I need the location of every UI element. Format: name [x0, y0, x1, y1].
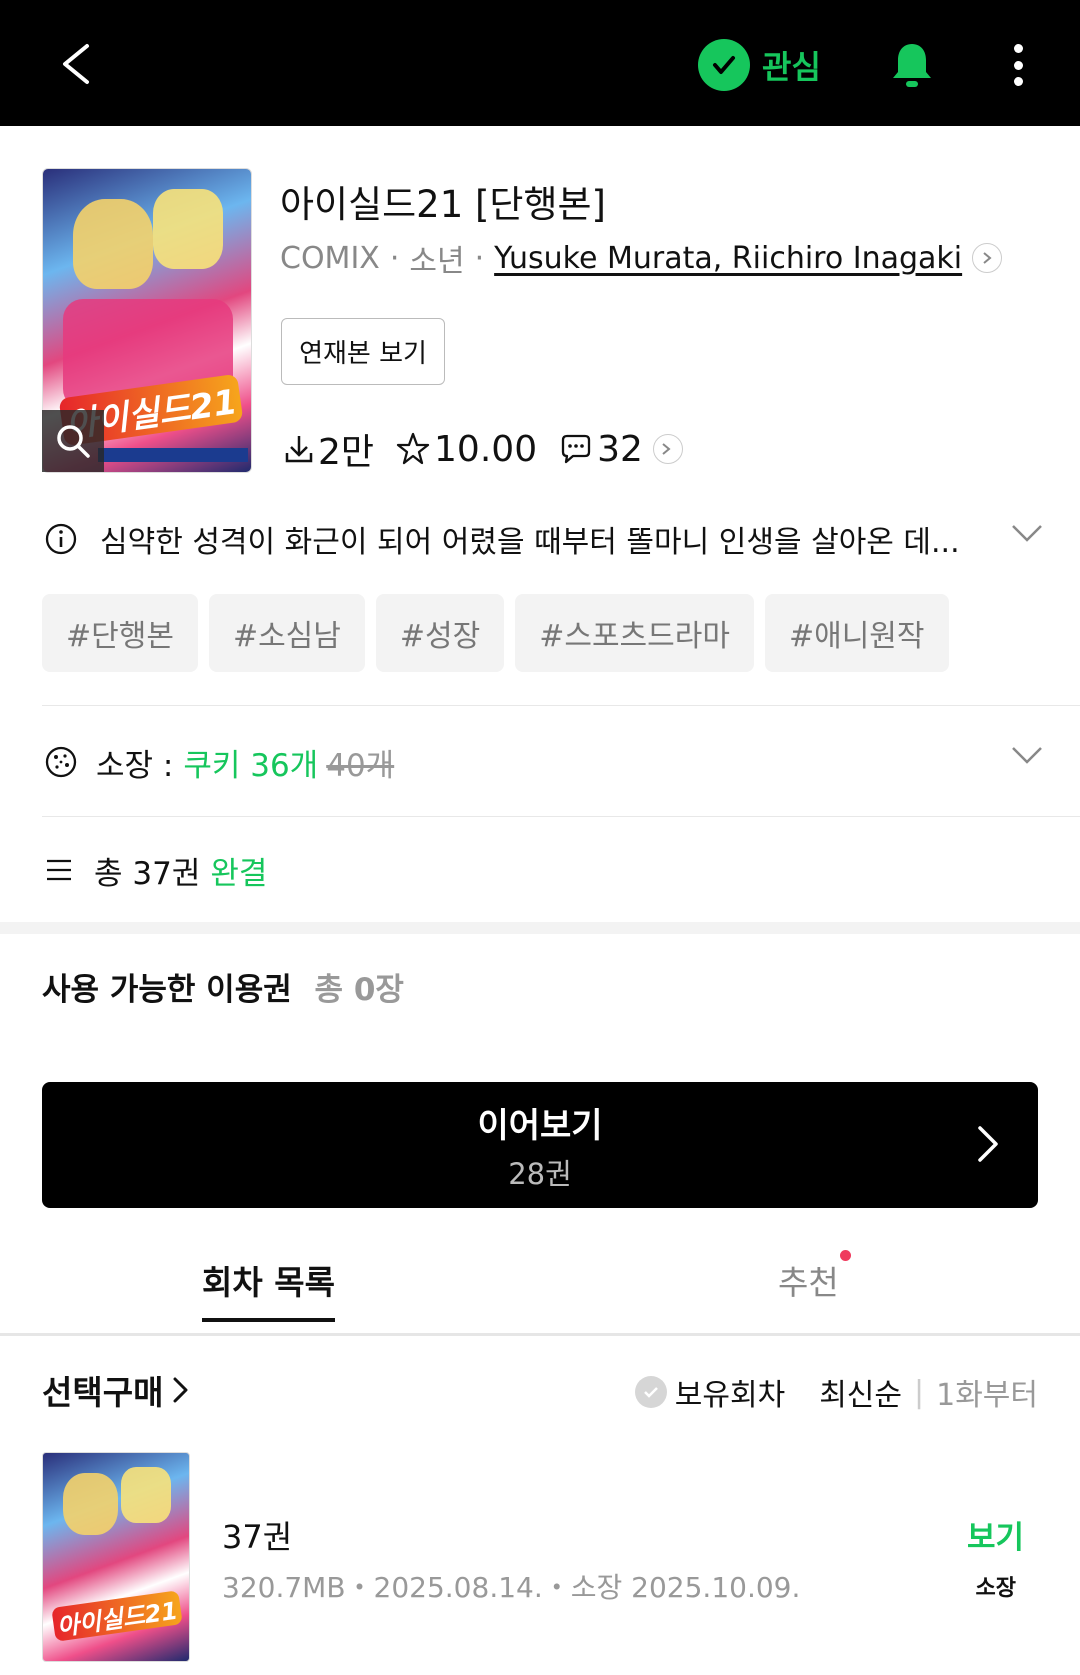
tab-label-wrap: 추천 — [778, 1250, 851, 1304]
tag-list: #단행본 #소심남 #성장 #스포츠드라마 #애니원작 — [42, 594, 960, 672]
check-icon — [634, 1376, 667, 1408]
owned-filter-label: 보유회차 — [674, 1378, 786, 1413]
tab-label: 추천 — [778, 1263, 839, 1302]
owned-status: 소장 — [975, 1576, 1016, 1601]
tab-recommend[interactable]: 추천 — [778, 1250, 851, 1322]
cookie-icon — [45, 746, 77, 778]
rating-value: 10.00 — [434, 428, 538, 470]
volume-total: 총 37권 — [94, 855, 201, 892]
work-meta: COMIX · 소년 · Yusuke Murata, Riichiro Ina… — [280, 236, 1003, 280]
sort-newest-button[interactable]: 최신순 — [819, 1370, 902, 1414]
info-icon — [45, 523, 77, 555]
ownership-row[interactable]: 소장 : 쿠키 36개 40개 — [44, 736, 1044, 788]
comment-icon — [561, 434, 591, 464]
serial-view-button[interactable]: 연재본 보기 — [281, 318, 445, 385]
cover-art — [98, 448, 248, 462]
author-link[interactable]: Yusuke Murata, Riichiro Inagaki — [494, 241, 962, 276]
download-icon — [285, 436, 313, 463]
list-icon — [47, 859, 71, 881]
comment-stat[interactable]: 32 — [559, 429, 683, 470]
tag-chip[interactable]: #소심남 — [208, 594, 365, 672]
list-item[interactable]: 아이실드21 37권 320.7MB・2025.08.14.・소장 2025.1… — [42, 1452, 1038, 1662]
more-dot — [1013, 44, 1023, 53]
notification-button[interactable] — [886, 36, 938, 94]
episode-info: 320.7MB・2025.08.14.・소장 2025.10.09. — [222, 1571, 801, 1604]
bell-icon — [893, 44, 931, 87]
thumb-art — [63, 1473, 118, 1535]
pass-label: 사용 가능한 이용권 — [42, 972, 292, 1008]
chevron-right-icon[interactable] — [972, 243, 1003, 273]
stats-row: 2만 10.00 32 — [284, 424, 705, 474]
back-button[interactable] — [52, 34, 100, 94]
separator-dot: · — [389, 240, 400, 276]
publisher: COMIX — [280, 240, 380, 276]
tag-chip[interactable]: #단행본 — [42, 594, 198, 672]
download-stat: 2만 — [284, 423, 374, 475]
original-price: 40개 — [326, 747, 395, 784]
view-button[interactable]: 보기 — [967, 1512, 1024, 1557]
tab-episode-list[interactable]: 회차 목록 — [202, 1256, 335, 1322]
work-title: 아이실드21 [단행본] — [280, 183, 606, 226]
completion-status: 완결 — [210, 855, 268, 892]
continue-title: 이어보기 — [477, 1105, 603, 1146]
rating-stat: 10.00 — [396, 429, 537, 470]
pass-count: 총 0장 — [314, 972, 404, 1008]
more-button[interactable] — [1000, 38, 1036, 92]
pass-row: 사용 가능한 이용권 총 0장 — [42, 964, 404, 1009]
continue-subtitle: 28권 — [508, 1156, 572, 1191]
comment-count: 32 — [597, 428, 643, 470]
section-gap — [0, 922, 1080, 934]
download-count: 2만 — [318, 432, 375, 473]
chevron-left-icon — [63, 44, 89, 84]
star-icon — [396, 432, 430, 465]
cover-art — [153, 189, 223, 269]
tab-bar: 회차 목록 추천 — [0, 1244, 1080, 1336]
list-header: 선택구매 보유회차 최신순 | 1화부터 — [42, 1366, 1038, 1416]
tab-label: 회차 목록 — [202, 1263, 335, 1302]
more-dot — [1013, 77, 1023, 86]
chevron-right-icon — [978, 1126, 998, 1162]
new-dot-badge — [839, 1250, 851, 1261]
genre: 소년 — [409, 244, 465, 279]
search-icon — [57, 425, 90, 458]
select-buy-button[interactable]: 선택구매 — [42, 1366, 191, 1414]
cover-art — [73, 199, 153, 289]
synopsis-text: 심약한 성격이 화근이 되어 어렸을 때부터 똘마니 인생을 살아온 데... — [100, 525, 960, 560]
volume-count-row: 총 37권 완결 — [44, 844, 267, 896]
episode-thumbnail: 아이실드21 — [42, 1452, 190, 1662]
chevron-down-icon[interactable] — [1010, 744, 1044, 766]
zoom-button[interactable] — [42, 410, 104, 472]
ownership-label: 소장 : — [96, 747, 174, 784]
chevron-down-icon[interactable] — [1010, 522, 1044, 544]
check-icon — [698, 39, 750, 91]
divider — [42, 705, 1080, 706]
sort-first-button[interactable]: 1화부터 — [936, 1370, 1038, 1414]
divider — [42, 816, 1080, 817]
chevron-right-icon[interactable] — [652, 434, 683, 464]
synopsis-row[interactable]: 심약한 성격이 화근이 되어 어렸을 때부터 똘마니 인생을 살아온 데... — [44, 514, 1044, 564]
favorite-label: 관심 — [762, 48, 821, 86]
thumb-logo: 아이실드21 — [51, 1590, 183, 1642]
thumb-art — [121, 1467, 171, 1523]
favorite-button[interactable]: 관심 — [698, 38, 821, 92]
owned-filter-toggle[interactable]: 보유회차 — [634, 1370, 786, 1414]
divider: | — [914, 1374, 925, 1410]
chevron-right-icon — [173, 1377, 188, 1403]
cookie-price: 쿠키 36개 — [183, 747, 319, 784]
tag-chip[interactable]: #애니원작 — [764, 594, 949, 672]
top-bar: 관심 — [0, 0, 1080, 126]
more-dot — [1013, 60, 1023, 70]
list-filters: 보유회차 최신순 | 1화부터 — [634, 1370, 1038, 1414]
tag-chip[interactable]: #스포츠드라마 — [515, 594, 754, 672]
episode-title: 37권 — [222, 1518, 293, 1556]
tag-chip[interactable]: #성장 — [375, 594, 505, 672]
select-buy-label: 선택구매 — [42, 1373, 164, 1412]
continue-reading-button[interactable]: 이어보기 28권 — [42, 1082, 1038, 1208]
separator-dot: · — [474, 240, 485, 276]
